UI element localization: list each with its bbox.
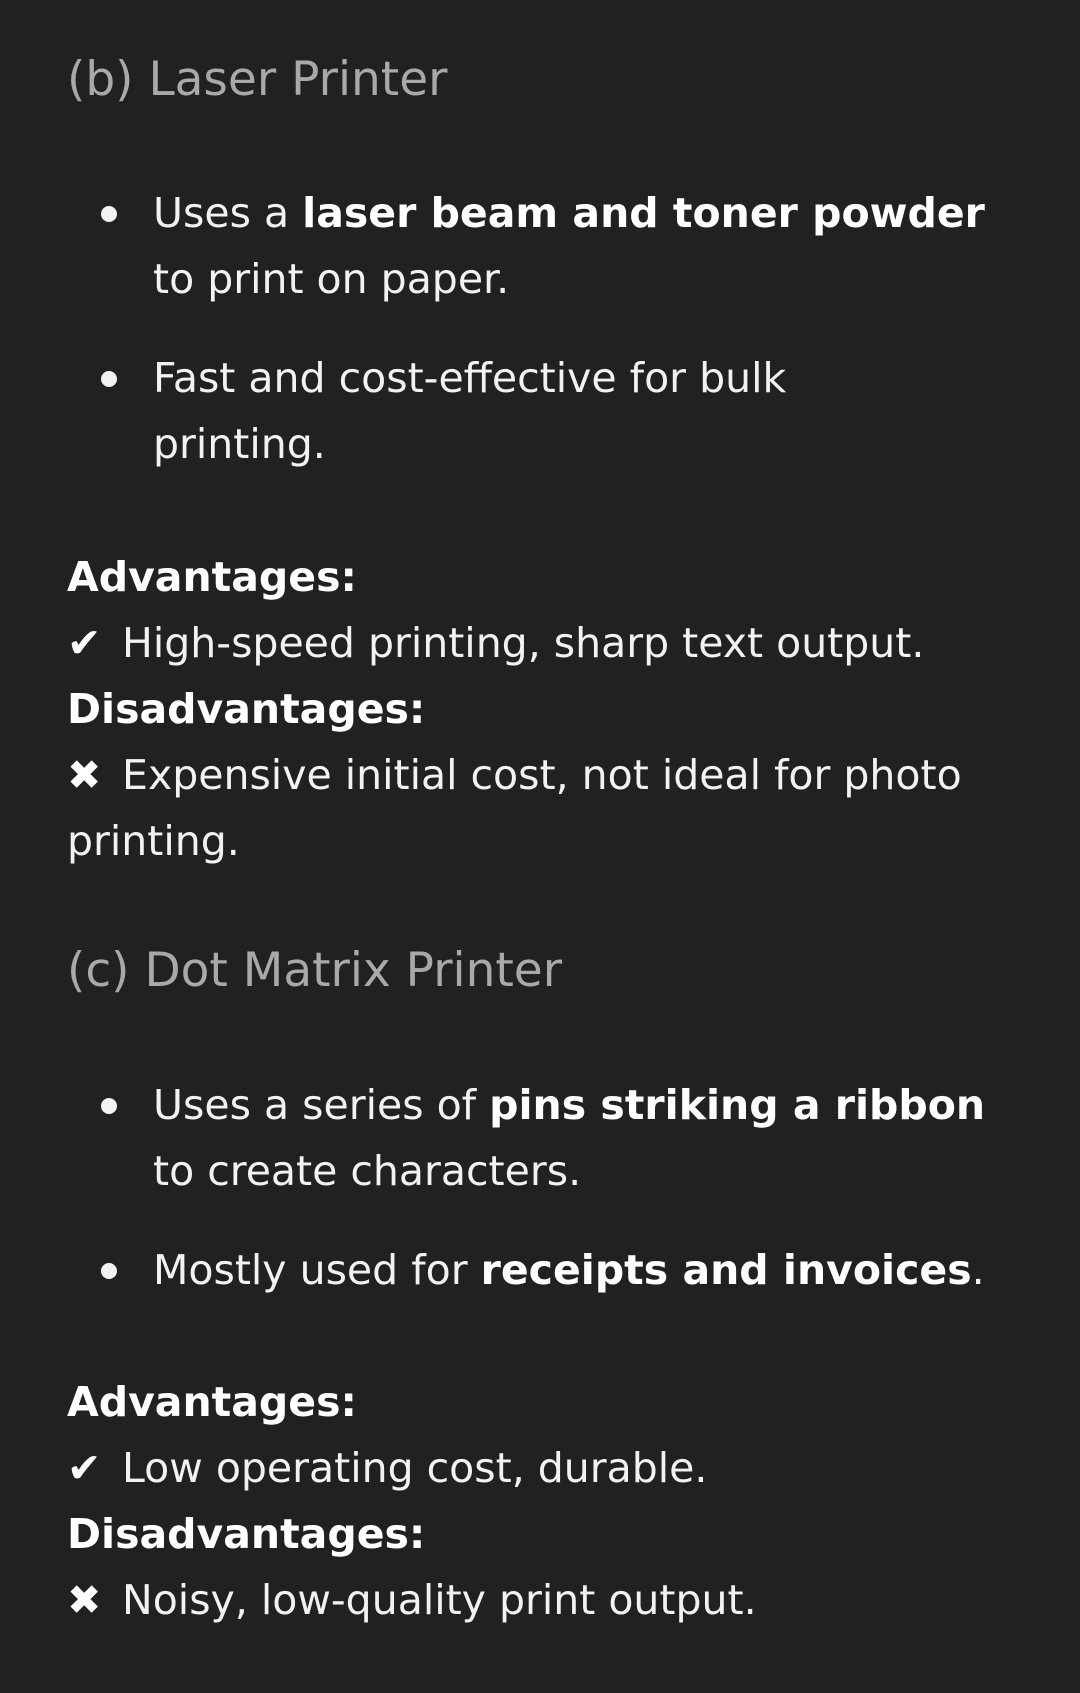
bullet-text: Mostly used for receipts and invoices.	[153, 1246, 985, 1294]
advantages-label: Advantages:	[67, 1378, 357, 1426]
bullet-icon	[101, 1263, 117, 1279]
pros-cons-laser-printer: Advantages: ✔ High-speed printing, sharp…	[67, 544, 1027, 874]
checkmark-icon: ✔	[67, 619, 102, 667]
list-item: Uses a series of pins striking a ribbon …	[0, 1072, 1080, 1204]
list-item: Fast and cost-effective for bulk printin…	[0, 345, 1080, 477]
list-item: Mostly used for receipts and invoices.	[0, 1237, 1080, 1303]
disadvantage-text: Noisy, low-quality print output.	[122, 1576, 757, 1624]
bullet-text: Uses a series of pins striking a ribbon …	[153, 1081, 986, 1195]
bullet-icon	[101, 1098, 117, 1114]
bullet-list-dot-matrix-printer: Uses a series of pins striking a ribbon …	[0, 1072, 1080, 1336]
document-page: (b) Laser Printer Uses a laser beam and …	[0, 0, 1080, 1693]
cross-icon: ✖	[67, 1576, 102, 1624]
section-heading-dot-matrix-printer: (c) Dot Matrix Printer	[67, 943, 563, 998]
advantage-text: High-speed printing, sharp text output.	[122, 619, 925, 667]
advantage-line: ✔ Low operating cost, durable.	[67, 1435, 1027, 1501]
advantage-text: Low operating cost, durable.	[122, 1444, 708, 1492]
pros-cons-dot-matrix-printer: Advantages: ✔ Low operating cost, durabl…	[67, 1369, 1027, 1633]
disadvantages-label: Disadvantages:	[67, 685, 426, 733]
disadvantage-line: ✖ Noisy, low-quality print output.	[67, 1567, 1027, 1633]
bullet-text: Fast and cost-effective for bulk printin…	[153, 354, 787, 468]
bullet-icon	[101, 206, 117, 222]
bullet-text: Uses a laser beam and toner powder to pr…	[153, 189, 985, 303]
advantages-label: Advantages:	[67, 553, 357, 601]
cross-icon: ✖	[67, 751, 102, 799]
disadvantage-text: Expensive initial cost, not ideal for ph…	[67, 751, 962, 865]
disadvantages-label: Disadvantages:	[67, 1510, 426, 1558]
advantage-line: ✔ High-speed printing, sharp text output…	[67, 610, 1027, 676]
disadvantage-line: ✖ Expensive initial cost, not ideal for …	[67, 742, 1027, 874]
bullet-list-laser-printer: Uses a laser beam and toner powder to pr…	[0, 180, 1080, 510]
list-item: Uses a laser beam and toner powder to pr…	[0, 180, 1080, 312]
checkmark-icon: ✔	[67, 1444, 102, 1492]
bullet-icon	[101, 371, 117, 387]
section-heading-laser-printer: (b) Laser Printer	[67, 52, 448, 107]
